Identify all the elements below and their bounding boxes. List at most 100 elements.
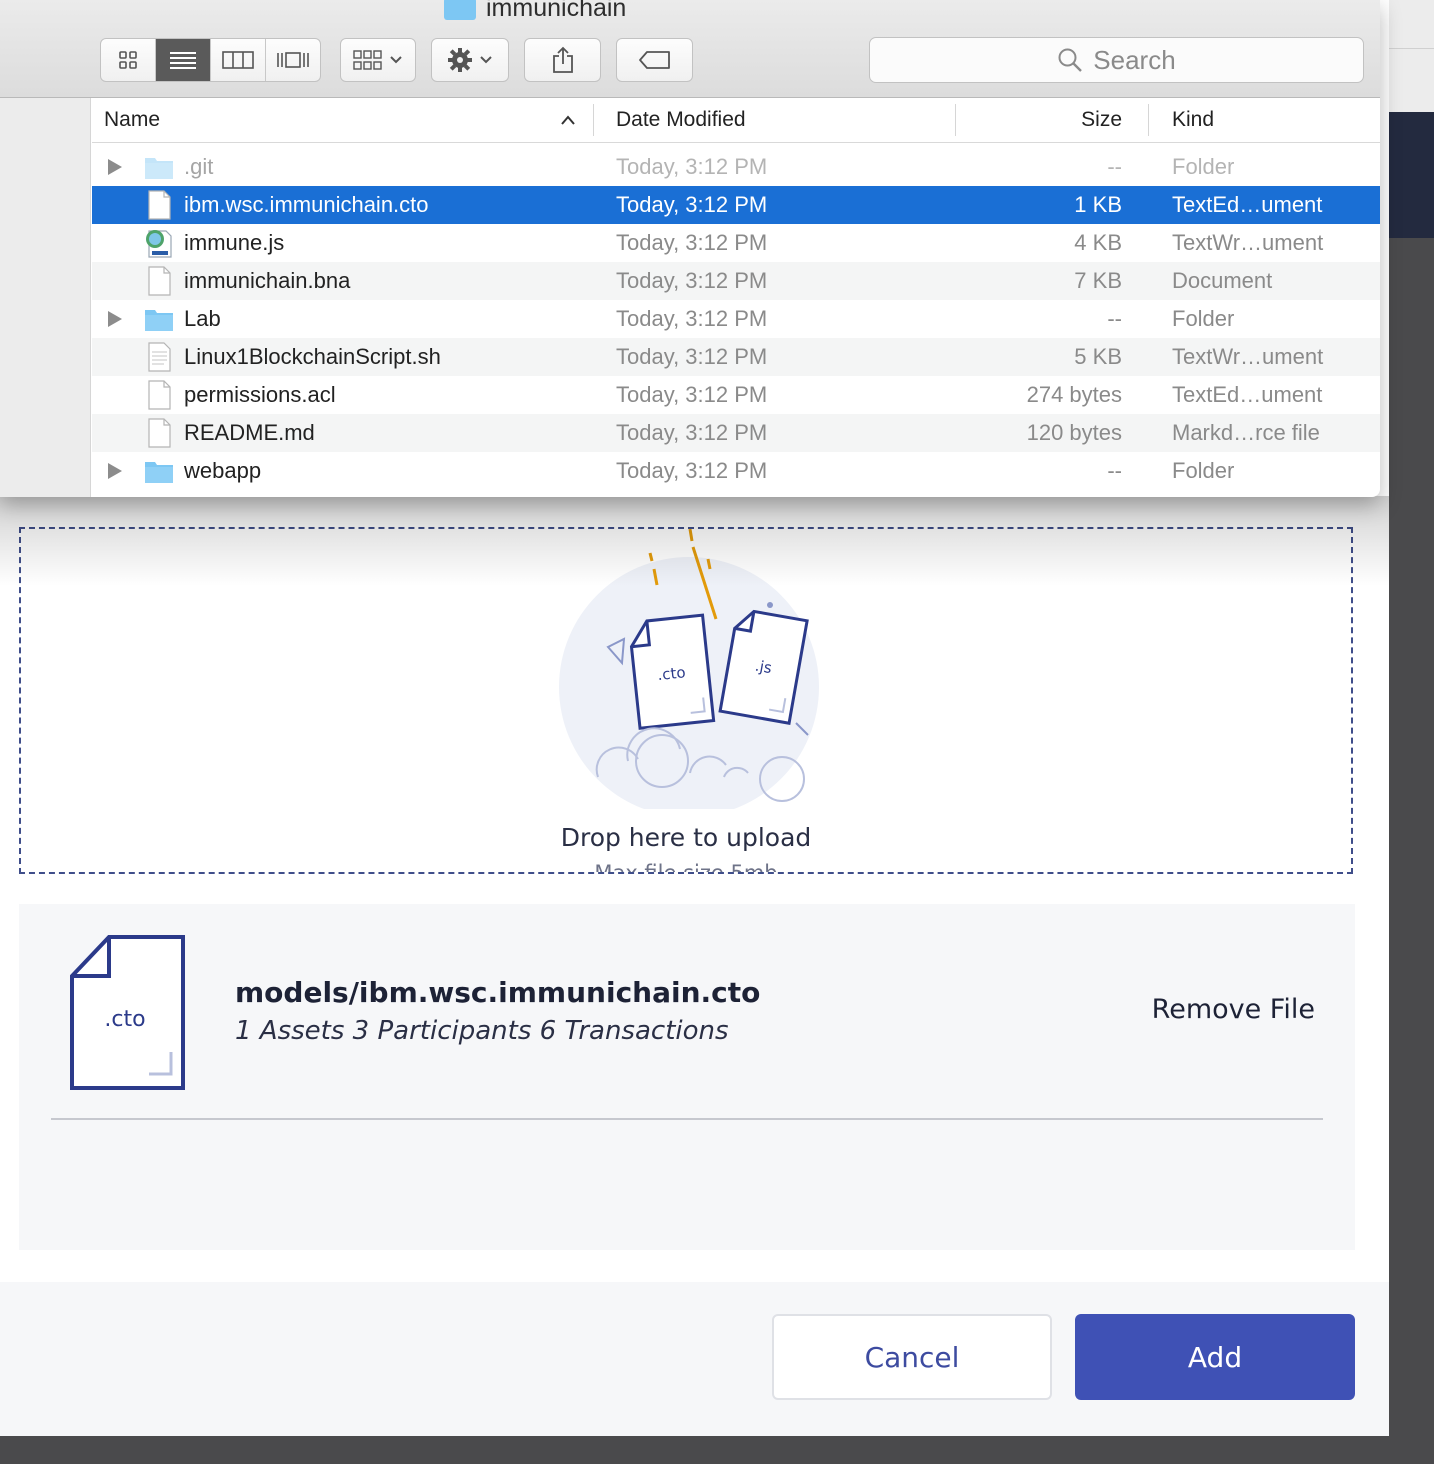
date-modified-cell: Today, 3:12 PM xyxy=(616,344,768,369)
cancel-button[interactable]: Cancel xyxy=(772,1314,1052,1400)
tags-content xyxy=(617,39,692,81)
column-size[interactable]: Size xyxy=(1081,98,1122,142)
size-cell: 4 KB xyxy=(1074,230,1122,255)
file-row[interactable]: README.md Today, 3:12 PM 120 bytes Markd…rc… xyxy=(92,414,1380,452)
date-modified-cell: Today, 3:12 PM xyxy=(616,382,768,407)
chevron-down-icon xyxy=(390,56,402,64)
chevron-down-icon xyxy=(480,56,492,64)
group-by-content xyxy=(341,39,415,81)
column-view-button[interactable] xyxy=(211,39,266,81)
kind-cell: TextEd…ument xyxy=(1172,382,1323,407)
file-list: .git Today, 3:12 PM -- Folder ibm.wsc.immuni… xyxy=(92,148,1380,490)
cto-document-icon: .cto xyxy=(70,935,185,1090)
document-icon xyxy=(144,380,174,410)
disclosure-triangle-icon[interactable] xyxy=(108,159,122,175)
size-cell: 120 bytes xyxy=(1026,420,1122,445)
gear-icon xyxy=(448,48,472,72)
list-icon xyxy=(170,52,196,69)
finder-sidebar xyxy=(0,98,91,497)
kind-cell: Document xyxy=(1172,268,1273,293)
disclosure-triangle-icon[interactable] xyxy=(108,311,122,327)
document-icon xyxy=(144,190,174,220)
motion-line xyxy=(648,552,654,562)
column-date-modified[interactable]: Date Modified xyxy=(616,98,746,142)
file-row[interactable]: Linux1BlockchainScript.sh Today, 3:12 PM 5… xyxy=(92,338,1380,376)
folder-icon xyxy=(444,0,476,20)
column-name[interactable]: Name xyxy=(104,98,160,142)
folder-icon xyxy=(144,456,174,486)
file-name: models/ibm.wsc.immunichain.cto xyxy=(235,976,761,1009)
icon-view-button[interactable] xyxy=(101,39,156,81)
selected-file-card: .cto models/ibm.wsc.immunichain.cto 1 As… xyxy=(19,904,1355,1250)
kind-cell: TextWr…ument xyxy=(1172,230,1324,255)
add-button[interactable]: Add xyxy=(1075,1314,1355,1400)
size-cell: 1 KB xyxy=(1074,192,1122,217)
file-name-cell: immune.js xyxy=(184,230,285,255)
kind-cell: TextWr…ument xyxy=(1172,344,1324,369)
folder-icon xyxy=(144,152,174,182)
file-name-cell: immunichain.bna xyxy=(184,268,351,293)
remove-file-button[interactable]: Remove File xyxy=(1152,994,1315,1025)
group-by-button[interactable] xyxy=(340,38,416,82)
date-modified-cell: Today, 3:12 PM xyxy=(616,268,768,293)
tags-button[interactable] xyxy=(616,38,693,82)
action-menu-content xyxy=(432,39,508,81)
upload-illustration: .cto .js xyxy=(559,529,819,809)
grid-icon xyxy=(119,51,137,69)
card-divider xyxy=(51,1118,1323,1120)
size-cell: -- xyxy=(1107,458,1122,483)
cto-file-label: .cto xyxy=(657,663,687,684)
file-row[interactable]: ibm.wsc.immunichain.cto Today, 3:12 PM 1 K… xyxy=(92,186,1380,224)
date-modified-cell: Today, 3:12 PM xyxy=(616,154,768,179)
share-content xyxy=(525,39,600,81)
modal-footer: Cancel Add xyxy=(0,1282,1389,1436)
window-title-text: immunichain xyxy=(486,0,627,22)
gallery-view-button[interactable] xyxy=(266,39,320,81)
file-row[interactable]: .git Today, 3:12 PM -- Folder xyxy=(92,148,1380,186)
column-header: Name Date Modified Size Kind xyxy=(92,98,1380,143)
file-name-cell: ibm.wsc.immunichain.cto xyxy=(184,192,429,217)
date-modified-cell: Today, 3:12 PM xyxy=(616,306,768,331)
drop-title: Drop here to upload xyxy=(560,823,812,852)
file-name-cell: permissions.acl xyxy=(184,382,336,407)
window-title: immunichain xyxy=(444,0,626,23)
file-row[interactable]: Lab Today, 3:12 PM -- Folder xyxy=(92,300,1380,338)
disclosure-triangle-icon[interactable] xyxy=(108,463,122,479)
gallery-icon xyxy=(277,52,309,68)
size-cell: 5 KB xyxy=(1074,344,1122,369)
kind-cell: Markd…rce file xyxy=(1172,420,1320,445)
document-icon xyxy=(144,266,174,296)
file-summary: 1 Assets 3 Participants 6 Transactions xyxy=(235,1016,729,1046)
date-modified-cell: Today, 3:12 PM xyxy=(616,420,768,445)
date-modified-cell: Today, 3:12 PM xyxy=(616,192,768,217)
sort-ascending-icon xyxy=(561,115,575,125)
search-input[interactable]: Search xyxy=(869,37,1364,83)
js-file-label: .js xyxy=(754,657,774,678)
action-menu-button[interactable] xyxy=(431,38,509,82)
tag-icon xyxy=(638,51,670,69)
file-name-cell: webapp xyxy=(184,458,262,483)
kind-cell: Folder xyxy=(1172,458,1235,483)
file-row[interactable]: permissions.acl Today, 3:12 PM 274 bytes Te… xyxy=(92,376,1380,414)
list-view-button[interactable] xyxy=(156,39,211,81)
share-button[interactable] xyxy=(524,38,601,82)
file-name-cell: Lab xyxy=(184,306,221,331)
file-name-cell: Linux1BlockchainScript.sh xyxy=(184,344,441,369)
column-separator xyxy=(593,104,594,136)
javascript-file-icon xyxy=(144,228,174,258)
column-separator xyxy=(1148,104,1149,136)
file-name-cell: .git xyxy=(184,154,214,179)
file-row[interactable]: immunichain.bna Today, 3:12 PM 7 KB Documen… xyxy=(92,262,1380,300)
cto-file-icon: .cto xyxy=(629,613,716,730)
drop-subtitle: Max file size 5mb xyxy=(594,861,778,874)
size-cell: 7 KB xyxy=(1074,268,1122,293)
search-icon xyxy=(1058,48,1083,72)
kind-cell: TextEd…ument xyxy=(1172,192,1323,217)
drop-zone[interactable]: .cto .js Drop here to upload Max file si… xyxy=(19,527,1353,874)
file-row[interactable]: immune.js Today, 3:12 PM 4 KB TextWr…ument xyxy=(92,224,1380,262)
cto-document-label: .cto xyxy=(104,1007,145,1032)
sparkle-dot xyxy=(767,602,773,608)
file-row[interactable]: webapp Today, 3:12 PM -- Folder xyxy=(92,452,1380,490)
date-modified-cell: Today, 3:12 PM xyxy=(616,230,768,255)
column-kind[interactable]: Kind xyxy=(1172,98,1214,142)
